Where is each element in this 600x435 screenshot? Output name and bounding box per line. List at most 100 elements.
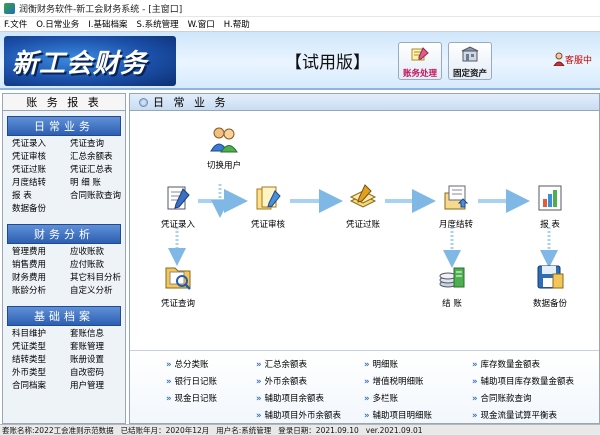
menu-file[interactable]: F.文件: [4, 18, 27, 30]
main-title: 日 常 业 务: [153, 96, 229, 109]
node-voucher-audit[interactable]: 凭证审核: [240, 183, 296, 230]
sidebar-item-data-backup[interactable]: 数据备份: [12, 204, 70, 215]
node-switch-user[interactable]: 切换用户: [196, 124, 252, 171]
link-detail-ledger[interactable]: 明细账: [364, 358, 399, 370]
status-period: 已结账年月：2020年12月: [120, 425, 210, 435]
sidebar-item-set-management[interactable]: 套账管理: [70, 342, 125, 353]
sidebar-item-carry-type[interactable]: 结转类型: [12, 355, 70, 366]
menu-window[interactable]: W.窗口: [188, 18, 215, 30]
sidebar-item-account-maintenance[interactable]: 科目维护: [12, 329, 70, 340]
main-panel: 日 常 业 务 切换用户 凭证录入 凭证审核 凭证过账 月度结转 报 表 凭证查…: [129, 93, 600, 424]
customer-service[interactable]: 客服中: [553, 52, 592, 66]
quick-links: 总分类账 汇总余额表 明细账 库存数量金额表 银行日记账 外币余额表 增值税明细…: [130, 350, 599, 423]
link-aux-detail[interactable]: 辅助项目明细账: [364, 409, 433, 421]
report-chart-icon: [538, 185, 562, 211]
node-month-close[interactable]: 月度结转: [428, 183, 484, 230]
sidebar-section-basic[interactable]: 基础档案: [7, 306, 121, 326]
link-inventory-amount[interactable]: 库存数量金额表: [472, 358, 541, 370]
node-closing[interactable]: 结 账: [424, 262, 480, 309]
building-icon: [461, 46, 479, 62]
main-header: 日 常 业 务: [130, 94, 599, 111]
fixed-assets-button[interactable]: 固定资产: [448, 42, 492, 80]
sidebar-item-other-analysis[interactable]: 其它科目分析: [70, 273, 125, 284]
sidebar-item-book-settings[interactable]: 账册设置: [70, 355, 125, 366]
sidebar-item-contract-archive[interactable]: 合同档案: [12, 381, 70, 392]
sidebar-title: 账 务 报 表: [3, 94, 125, 111]
node-voucher-query[interactable]: 凭证查询: [150, 262, 206, 309]
workflow-diagram: 切换用户 凭证录入 凭证审核 凭证过账 月度结转 报 表 凭证查询 结 账 数据…: [130, 112, 599, 342]
sidebar-item-change-password[interactable]: 自改密码: [70, 368, 125, 379]
sidebar-item-payables[interactable]: 应付账款: [70, 260, 125, 271]
sidebar-item-voucher-query[interactable]: 凭证查询: [70, 139, 125, 150]
status-version: ver.2021.09.01: [365, 425, 423, 435]
sidebar-item-voucher-summary[interactable]: 凭证汇总表: [70, 165, 125, 176]
header-bullet-icon: [139, 97, 148, 107]
link-general-ledger[interactable]: 总分类账: [166, 358, 209, 370]
sidebar-item-receivables[interactable]: 应收账款: [70, 247, 125, 258]
menu-daily[interactable]: O.日常业务: [36, 18, 79, 30]
sidebar-section-analysis[interactable]: 财务分析: [7, 224, 121, 244]
node-report[interactable]: 报 表: [522, 183, 578, 230]
finance-button-label: 账务处理: [402, 69, 437, 79]
link-foreign-balance[interactable]: 外币余额表: [256, 375, 308, 387]
node-report-label: 报 表: [540, 220, 560, 230]
node-voucher-entry[interactable]: 凭证录入: [150, 183, 206, 230]
sidebar-item-month-close[interactable]: 月度结转: [12, 178, 70, 189]
sidebar-item-user-management[interactable]: 用户管理: [70, 381, 125, 392]
link-contract-query[interactable]: 合同账款查询: [472, 392, 532, 404]
menu-system[interactable]: S.系统管理: [137, 18, 179, 30]
sidebar-item-sales-expense[interactable]: 销售费用: [12, 260, 70, 271]
app-icon: [4, 2, 15, 14]
node-voucher-post-label: 凭证过账: [345, 220, 380, 230]
service-person-icon: [553, 52, 565, 66]
link-summary-balance[interactable]: 汇总余额表: [256, 358, 308, 370]
menu-basic-archive[interactable]: I.基础档案: [88, 18, 127, 30]
sidebar-item-custom-analysis[interactable]: 自定义分析: [70, 286, 125, 297]
link-aux-balance[interactable]: 辅助项目余额表: [256, 392, 325, 404]
closing-coins-icon: [439, 267, 465, 288]
link-multi-column[interactable]: 多栏账: [364, 392, 399, 404]
sidebar-basic-items: 科目维护 套账信息 凭证类型 套账管理 结转类型 账册设置 外币类型 自改密码 …: [3, 329, 125, 392]
menu-help[interactable]: H.帮助: [224, 18, 250, 30]
link-aux-foreign-balance[interactable]: 辅助项目外币余额表: [256, 409, 342, 421]
window-title: 润衡财务软件-新工会财务系统 - [主窗口]: [19, 4, 183, 15]
status-bar: 套账名称:2022工会准则示范数据 已结账年月：2020年12月 用户名:系统管…: [0, 424, 600, 435]
sidebar-item-finance-expense[interactable]: 财务费用: [12, 273, 70, 284]
sidebar-daily-items: 凭证录入 凭证查询 凭证审核 汇总余额表 凭证过账 凭证汇总表 月度结转 明 细…: [3, 139, 125, 215]
sidebar-item-aging-analysis[interactable]: 账龄分析: [12, 286, 70, 297]
link-vat-detail[interactable]: 增值税明细账: [364, 375, 424, 387]
status-account: 套账名称:2022工会准则示范数据: [2, 425, 114, 435]
node-data-backup[interactable]: 数据备份: [522, 262, 578, 309]
link-aux-inventory[interactable]: 辅助项目库存数量金额表: [472, 375, 575, 387]
status-login: 登录日期：2021.09.10: [278, 425, 359, 435]
month-close-icon: [444, 185, 469, 210]
sidebar-item-voucher-type[interactable]: 凭证类型: [12, 342, 70, 353]
node-voucher-entry-label: 凭证录入: [160, 220, 195, 230]
sidebar-item-ledger-detail[interactable]: 明 细 账: [70, 178, 125, 189]
pencil-book-icon: [411, 47, 429, 61]
link-cash-journal[interactable]: 现金日记账: [166, 392, 218, 404]
voucher-post-icon: [349, 184, 377, 208]
voucher-entry-icon: [167, 186, 190, 210]
sidebar-item-summary-balance[interactable]: 汇总余额表: [70, 152, 125, 163]
node-month-close-label: 月度结转: [438, 220, 473, 230]
link-cashflow-trial[interactable]: 现金流量试算平衡表: [472, 409, 558, 421]
fixed-assets-button-label: 固定资产: [452, 69, 487, 79]
sidebar-item-voucher-entry[interactable]: 凭证录入: [12, 139, 70, 150]
logo-text: 新工会财务: [12, 49, 148, 79]
sidebar-item-set-info[interactable]: 套账信息: [70, 329, 125, 340]
status-user: 用户名:系统管理: [216, 425, 272, 435]
sidebar-section-daily[interactable]: 日常业务: [7, 116, 121, 136]
sidebar-item-currency-type[interactable]: 外币类型: [12, 368, 70, 379]
sidebar-item-voucher-post[interactable]: 凭证过账: [12, 165, 70, 176]
sidebar-item-report[interactable]: 报 表: [12, 191, 70, 202]
sidebar-item-contract-query[interactable]: 合同账款查询: [70, 191, 125, 202]
link-bank-journal[interactable]: 银行日记账: [166, 375, 218, 387]
title-bar: 润衡财务软件-新工会财务系统 - [主窗口]: [0, 0, 600, 17]
sidebar-item-admin-expense[interactable]: 管理费用: [12, 247, 70, 258]
node-voucher-query-label: 凭证查询: [160, 299, 195, 309]
finance-button[interactable]: 账务处理: [398, 42, 442, 80]
voucher-audit-icon: [256, 186, 281, 210]
sidebar-item-voucher-audit[interactable]: 凭证审核: [12, 152, 70, 163]
node-voucher-post[interactable]: 凭证过账: [335, 183, 391, 230]
